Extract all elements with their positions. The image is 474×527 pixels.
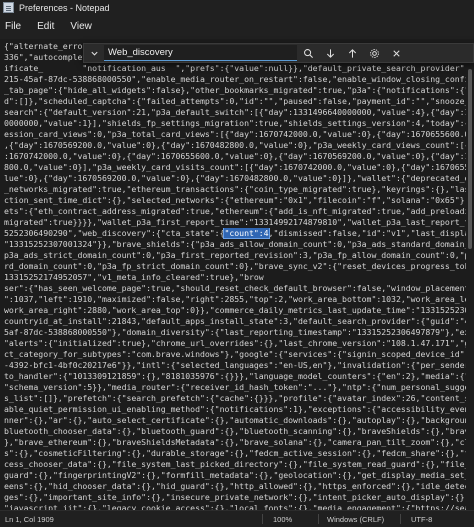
editor-line[interactable]: "javascript_jit":{},"legacy_cookie_acces… [4, 503, 470, 510]
editor-line[interactable]: eens":{},"hid_chooser_data":{},"hid_guar… [4, 481, 470, 492]
scrollbar-thumb[interactable] [468, 69, 472, 249]
menu-file[interactable]: File [0, 15, 29, 39]
editor-line[interactable]: ession_card_views":0,"p3a_total_card_vie… [4, 129, 470, 140]
window-title: Preferences - Notepad [19, 2, 110, 13]
editor-line[interactable]: work_area_right":2880,"work_area_top":0}… [4, 305, 470, 316]
status-bar: Ln 1, Col 1909 100% Windows (CRLF) UTF-8 [0, 510, 474, 527]
editor-line[interactable]: ":1037,"left":1910,"maximized":false,"ri… [4, 294, 470, 305]
editor-line[interactable]: migrated":true}}}},"wallet_p3a_first_rep… [4, 217, 470, 228]
cursor-position: Ln 1, Col 1909 [5, 515, 54, 524]
editor-line[interactable]: p3a_ads_strict_domain_count":0,"p3a_firs… [4, 250, 470, 261]
zoom-level: 100% [273, 515, 293, 524]
file-encoding: UTF-8 [411, 515, 433, 524]
notepad-icon [3, 2, 14, 13]
vertical-scrollbar[interactable] [466, 39, 474, 510]
editor-line[interactable]: "alerts":{"initialized":true},"chrome_ur… [4, 338, 470, 349]
editor-line[interactable]: 215-45af-87dc-538868000550","enable_medi… [4, 74, 470, 85]
search-icon[interactable] [297, 44, 319, 62]
find-panel [83, 43, 474, 63]
editor-line[interactable]: ets":{"eth_contract_address_migrated":tr… [4, 206, 470, 217]
menu-view[interactable]: View [62, 15, 100, 39]
editor-line[interactable]: ,{"day":1670569200.0,"value":0},{"day":1… [4, 140, 470, 151]
editor-line[interactable]: _networks_migrated":true,"ethereum_trans… [4, 184, 470, 195]
editor-line[interactable]: lue":0},{"day":1670569200.0,"value":0},{… [4, 173, 470, 184]
editor-line[interactable]: s":{},"cosmeticFiltering":{},"durable_st… [4, 448, 470, 459]
editor-line[interactable]: guard":{},"fingerprintingV2":{},"formfil… [4, 470, 470, 481]
editor-line[interactable]: d":[]},"scheduled_captcha":{"failed_atte… [4, 96, 470, 107]
editor-line[interactable]: ges":{},"important_site_info":{},"insecu… [4, 492, 470, 503]
search-match-highlight[interactable]: "count":4 [223, 228, 270, 239]
editor-line[interactable]: bluetooth_chooser_data":{},"bluetooth_gu… [4, 426, 470, 437]
editor-line[interactable]: able_quiet_permission_ui_enabling_method… [4, 404, 470, 415]
chevron-down-icon[interactable] [84, 44, 104, 62]
editor-line[interactable]: 13315252174952057","v1_meta_info_cleared… [4, 272, 470, 283]
editor-line[interactable]: countryid_at_install":21843,"default_app… [4, 316, 470, 327]
editor-line[interactable]: cess_chooser_data":{},"file_system_last_… [4, 459, 470, 470]
title-bar: Preferences - Notepad [0, 0, 474, 15]
editor-line[interactable]: "schema_version":5}},"media_router":{"re… [4, 382, 470, 393]
editor-line[interactable]: },"brave_ethereum":{},"braveShieldsMetad… [4, 437, 470, 448]
line-ending: Windows (CRLF) [327, 515, 385, 524]
editor-line[interactable]: ificate_ "notification_aus ","prefs":{"v… [4, 63, 470, 74]
find-options-gear-icon[interactable] [363, 44, 385, 62]
editor-line[interactable]: :1670742000.0,"value":0},{"day":16706556… [4, 151, 470, 162]
editor-line[interactable]: 5af-87dc-538868000550"},"domain_diversit… [4, 327, 470, 338]
find-input[interactable] [104, 45, 297, 61]
status-divider [318, 514, 319, 524]
find-previous-arrow-up-icon[interactable] [341, 44, 363, 62]
editor-line[interactable]: ct_category_for_subtypes":"com.brave.win… [4, 349, 470, 360]
status-divider [400, 514, 401, 524]
editor-line[interactable]: to_handler":{"1013309121859":{},"8181035… [4, 371, 470, 382]
editor-text[interactable]: {"alternate_error_ ,"data":"133149921748… [4, 41, 470, 510]
close-icon[interactable] [385, 44, 407, 62]
editor-line[interactable]: "13315252307001324"}},"brave_shields":{"… [4, 239, 470, 250]
editor-line[interactable]: ser":{"has_seen_welcome_page":true,"shou… [4, 283, 470, 294]
menu-edit[interactable]: Edit [29, 15, 62, 39]
status-divider [262, 514, 263, 524]
editor-line[interactable]: -4392-bfc1-4bf0c20217e6"}},"intl":{"sele… [4, 360, 470, 371]
find-next-arrow-down-icon[interactable] [319, 44, 341, 62]
editor-line[interactable]: _tab_page":{"hide_all_widgets":false},"o… [4, 85, 470, 96]
text-editor[interactable]: {"alternate_error_ ,"data":"133149921748… [0, 39, 474, 510]
menu-bar: File Edit View [0, 15, 474, 39]
editor-line[interactable]: 800.0,"value":0}],"p3a_weekly_card_visit… [4, 162, 470, 173]
editor-line[interactable]: 0000000,"value":1}],"shields_fp_settings… [4, 118, 470, 129]
editor-line[interactable]: rd_domain_count":0,"p3a_fp_strict_domain… [4, 261, 470, 272]
editor-line[interactable]: ction_sent_time_dict":{},"selected_netwo… [4, 195, 470, 206]
editor-line[interactable]: 5252306490290","web_discovery":{"cta_sta… [4, 228, 470, 239]
editor-line[interactable]: search":{"default_version":21,"p3a_defau… [4, 107, 470, 118]
editor-line[interactable]: nner":{},"ar":{},"auto_select_certificat… [4, 415, 470, 426]
editor-line[interactable]: s_list":[]},"prefetch":{"search_prefetch… [4, 393, 470, 404]
